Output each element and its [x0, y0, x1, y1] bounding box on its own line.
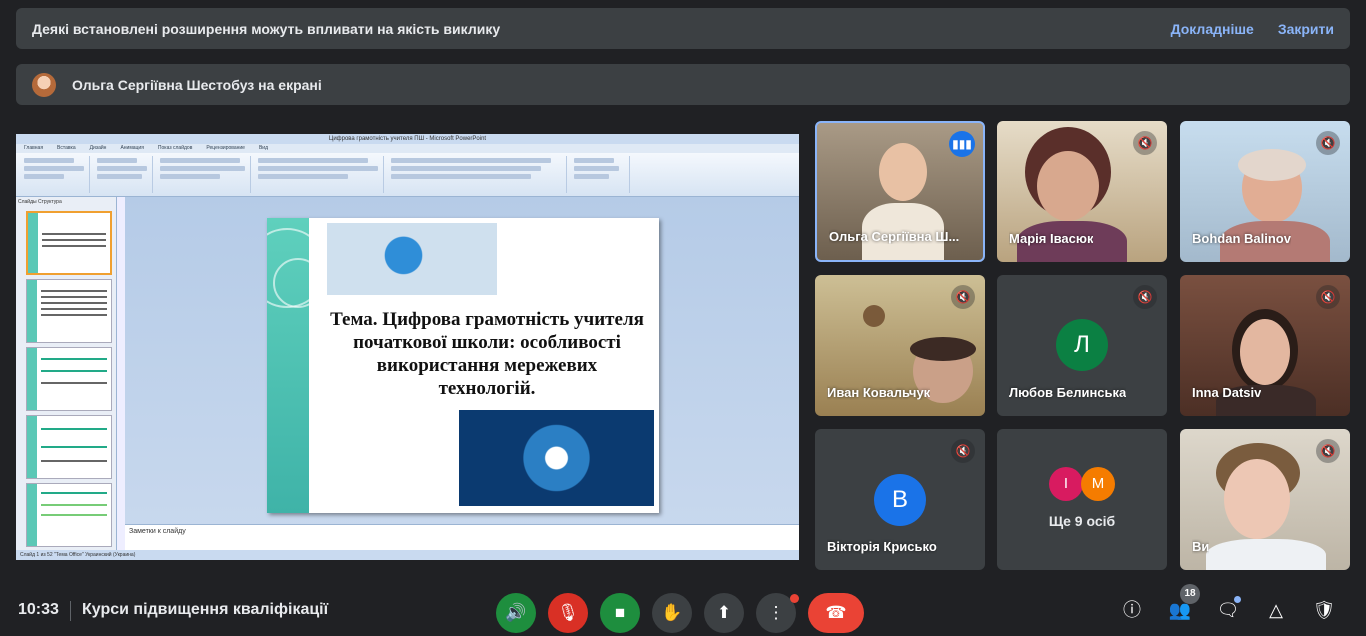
camera-icon: ■ [614, 603, 626, 622]
self-view-tile[interactable]: 🔇 Ви [1180, 429, 1350, 570]
microphone-button[interactable]: 🎙 [548, 593, 588, 633]
participant-name: Ви [1192, 539, 1210, 554]
participant-name: Ольга Сергіївна Ш... [829, 229, 960, 244]
chat-notification-dot [1234, 596, 1241, 603]
participant-tile[interactable]: 🔇 Марія Івасюк [997, 121, 1167, 262]
ppt-ribbon [16, 153, 799, 197]
participant-avatar: Л [1056, 319, 1108, 371]
participant-avatar: М [1081, 467, 1115, 501]
ppt-ribbon-tabs: Главная Вставка Дизайн Анимация Показ сл… [16, 144, 799, 153]
panel-tab-slides[interactable]: Слайды [18, 199, 37, 205]
globe-network-image [327, 223, 497, 295]
mic-muted-icon: 🔇 [1133, 285, 1157, 309]
leave-call-button[interactable]: ☎ [808, 593, 864, 633]
participant-tile[interactable]: 🔇 Иван Ковальчук [815, 275, 985, 416]
ppt-window-title: Цифрова грамотність учителя ПШ - Microso… [16, 134, 799, 144]
shield-lock-icon: 🛡 [1312, 600, 1336, 620]
details-link[interactable]: Докладніше [1171, 21, 1254, 37]
thumbnails-scrollbar[interactable] [117, 197, 125, 550]
more-vert-icon: ⋮ [767, 603, 785, 622]
slide-thumbnail[interactable] [26, 483, 112, 547]
shared-screen[interactable]: Цифрова грамотність учителя ПШ - Microso… [16, 134, 799, 560]
more-participants-tile[interactable]: І М Ще 9 осіб [997, 429, 1167, 570]
present-screen-icon: ⬆ [716, 603, 732, 622]
speaker-icon: 🔊 [505, 603, 527, 622]
hand-icon: ✋ [661, 603, 683, 622]
presenting-banner: Ольга Сергіївна Шестобуз на екрані [16, 64, 1350, 105]
slide-thumbnail[interactable] [26, 347, 112, 411]
internet-image [459, 410, 654, 506]
ppt-tab: Дизайн [89, 145, 107, 151]
slide-notes[interactable]: Заметки к слайду [125, 524, 799, 550]
participant-avatar: І [1049, 467, 1083, 501]
meeting-details-button[interactable]: ⓘ [1120, 598, 1144, 622]
audio-output-button[interactable]: 🔊 [496, 593, 536, 633]
clock: 10:33 [18, 601, 59, 618]
participant-tile[interactable]: 🔇 Bohdan Balinov [1180, 121, 1350, 262]
mic-muted-icon: 🔇 [951, 439, 975, 463]
chat-icon: 🗨 [1216, 600, 1240, 620]
ppt-status-bar: Слайд 1 из 52 "Тема Office" Украинский (… [16, 550, 799, 560]
raise-hand-button[interactable]: ✋ [652, 593, 692, 633]
info-icon: ⓘ [1123, 600, 1141, 620]
activities-icon: △ [1269, 600, 1283, 620]
extensions-warning-text: Деякі встановлені розширення можуть впли… [32, 20, 501, 37]
slide-thumbnail[interactable] [26, 211, 112, 275]
ppt-tab: Вид [258, 145, 269, 151]
slide-title: Тема. Цифрова грамотність учителя початк… [330, 309, 644, 399]
mic-muted-icon: 🔇 [1316, 131, 1340, 155]
participant-tile[interactable]: ▮▮▮ Ольга Сергіївна Ш... [815, 121, 985, 262]
slide-thumbnail[interactable] [26, 415, 112, 479]
participant-tile[interactable]: В 🔇 Вікторія Крисько [815, 429, 985, 570]
participant-name: Bohdan Balinov [1192, 231, 1291, 246]
ppt-tab: Показ слайдов [157, 145, 193, 151]
participant-name: Любов Белинська [1009, 385, 1127, 400]
divider [70, 601, 71, 621]
ppt-tab: Вставка [57, 145, 76, 151]
present-button[interactable]: ⬆ [704, 593, 744, 633]
activities-button[interactable]: △ [1264, 598, 1288, 622]
participant-name: Вікторія Крисько [827, 539, 937, 554]
extensions-warning-banner: Деякі встановлені розширення можуть впли… [16, 8, 1350, 49]
ppt-tab: Анимация [120, 145, 144, 151]
notification-dot [790, 594, 799, 603]
hangup-icon: ☎ [825, 603, 847, 622]
participant-avatar: В [874, 474, 926, 526]
mic-muted-icon: 🔇 [1316, 285, 1340, 309]
panel-tab-outline[interactable]: Структура [38, 199, 62, 205]
mic-muted-icon: 🔇 [1133, 131, 1157, 155]
slide-thumbnail[interactable] [26, 279, 112, 343]
camera-button[interactable]: ■ [600, 593, 640, 633]
slide-canvas: Тема. Цифрова грамотність учителя початк… [125, 197, 799, 550]
participant-tile[interactable]: 🔇 Inna Datsiv [1180, 275, 1350, 416]
host-controls-button[interactable]: 🛡 [1312, 598, 1336, 622]
meeting-title: Курси підвищення кваліфікації [82, 601, 329, 618]
slide-thumbnails-panel: Слайды Структура [16, 197, 117, 550]
participant-name: Inna Datsiv [1192, 385, 1262, 400]
mic-muted-icon: 🔇 [1316, 439, 1340, 463]
presenter-avatar [32, 72, 56, 97]
mic-muted-icon: 🔇 [951, 285, 975, 309]
bottom-bar: 10:33 Курси підвищення кваліфікації 🔊 🎙 … [0, 584, 1366, 636]
current-slide: Тема. Цифрова грамотність учителя початк… [267, 218, 659, 513]
presenting-text: Ольга Сергіївна Шестобуз на екрані [72, 76, 322, 93]
ppt-tab: Главная [24, 145, 44, 151]
ppt-tab: Рецензирование [206, 145, 245, 151]
participant-name: Марія Івасюк [1009, 231, 1094, 246]
speaking-indicator-icon: ▮▮▮ [949, 131, 975, 157]
close-link[interactable]: Закрити [1278, 21, 1334, 37]
more-participants-label: Ще 9 осіб [1048, 513, 1116, 529]
participant-tile[interactable]: Л 🔇 Любов Белинська [997, 275, 1167, 416]
participant-name: Иван Ковальчук [827, 385, 931, 400]
mic-off-icon: 🎙 [557, 603, 579, 622]
participant-count-badge: 18 [1180, 584, 1200, 604]
